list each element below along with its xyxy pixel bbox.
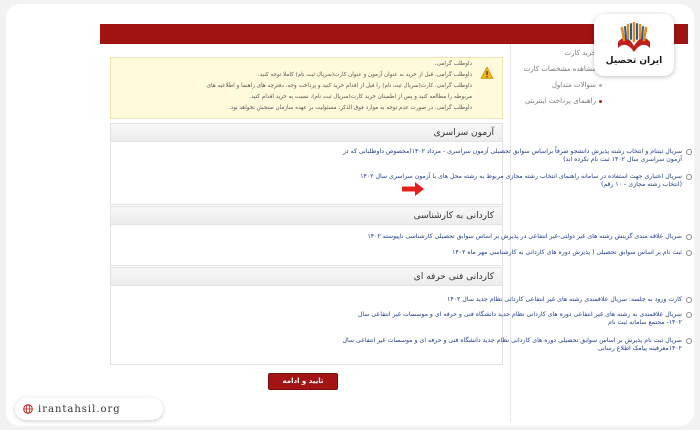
confirm-continue-button[interactable]: تایید و ادامه (268, 373, 338, 390)
notice-line: داوطلب گرامی، کارت(سریال ثبت نام) را قبل… (206, 83, 472, 89)
option-label: سریال علاقمندی به رشته های غیر انتفاعی د… (357, 311, 682, 327)
warning-icon (480, 66, 494, 79)
section-title: کاردانی فنی حرفه ای (111, 268, 502, 286)
radio-button[interactable] (686, 312, 692, 318)
notice-line: داوطلب گرامی، قبل از خرید به عنوان آزمون… (257, 72, 472, 78)
globe-icon (23, 404, 33, 414)
website-watermark: irantahsil.org (15, 398, 163, 420)
option-technical-registration-serial[interactable]: سریال ثبت نام پذیرش بر اساس سوابق تحصیلی… (342, 337, 692, 354)
logo-text: ایران تحصیل (605, 56, 663, 66)
option-technical-interest-serial[interactable]: سریال علاقمندی به رشته های غیر انتفاعی د… (342, 311, 692, 328)
sidebar-item-label: مشاهده مشخصات کارت (523, 65, 596, 73)
top-header-bar (100, 24, 510, 44)
option-label: کارت ورود به جلسه: سریال علاقمندی رشته ه… (447, 296, 682, 303)
sidebar-item-payment-guide[interactable]: راهنمای پرداخت اینترنتی (525, 97, 602, 105)
option-associate-bachelor-interest[interactable]: سریال علاقه مندی گزینش رشته های غیر دولت… (342, 233, 692, 241)
sidebar-item-label: سوالات متداول (551, 81, 596, 89)
option-label: سریال ثبت نام پذیرش بر اساس سوابق تحصیلی… (342, 337, 682, 353)
radio-button[interactable] (686, 234, 692, 240)
option-label: ثبت نام بر اساس سوابق تحصیلی ( پذیرش دور… (452, 249, 682, 256)
option-label: سریال اعتباری جهت استفاده در سامانه راهن… (360, 173, 682, 189)
sidebar-item-view-card-details[interactable]: مشاهده مشخصات کارت (524, 65, 602, 73)
sidebar-item-label: خرید کارت (564, 49, 596, 57)
section-title: آزمون سراسری (111, 124, 502, 142)
radio-button[interactable] (686, 338, 692, 344)
notice-line: داوطلب گرامی، (434, 61, 472, 67)
radio-button[interactable] (686, 174, 692, 180)
bullet-icon (599, 83, 602, 87)
book-logo-icon (618, 22, 650, 52)
option-label: سریال علاقه مندی گزینش رشته های غیر دولت… (367, 233, 682, 240)
option-associate-bachelor-registration[interactable]: ثبت نام بر اساس سوابق تحصیلی ( پذیرش دور… (342, 249, 692, 257)
sidebar-item-label: راهنمای پرداخت اینترنتی (524, 97, 596, 105)
option-national-exam-track-record[interactable]: سریال ثبتنام و انتخاب رشته پذیرش دانشجو … (342, 148, 692, 165)
option-label: سریال ثبتنام و انتخاب رشته پذیرش دانشجو … (342, 148, 682, 164)
irantahsil-logo: ایران تحصیل (594, 14, 674, 76)
radio-button[interactable] (686, 297, 692, 303)
red-arrow-icon (402, 182, 424, 196)
bullet-icon (599, 99, 602, 103)
option-technical-entry-card[interactable]: کارت ورود به جلسه: سریال علاقمندی رشته ه… (342, 296, 692, 304)
section-title: کاردانی به کارشناسی (111, 207, 502, 225)
option-national-exam-virtual-selection[interactable]: سریال اعتباری جهت استفاده در سامانه راهن… (342, 173, 692, 190)
notice-line: داوطلب گرامی، در صورت عدم توجه به موارد … (228, 105, 472, 111)
radio-button[interactable] (686, 149, 692, 155)
watermark-text: irantahsil.org (38, 403, 121, 415)
notice-line: مربوطه را مطالعه کنید و پس از اطمینان خر… (249, 94, 472, 100)
sidebar-item-faq[interactable]: سوالات متداول (552, 81, 602, 89)
notice-box: داوطلب گرامی، داوطلب گرامی، قبل از خرید … (110, 57, 503, 119)
radio-button[interactable] (686, 250, 692, 256)
